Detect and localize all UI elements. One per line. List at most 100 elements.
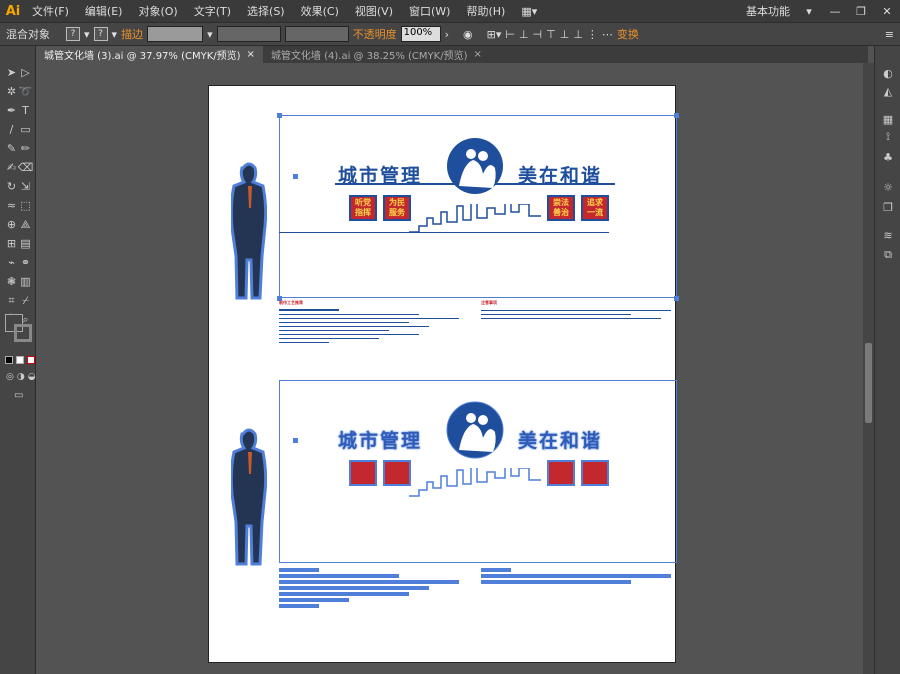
restore-icon[interactable]: ❐ — [848, 0, 874, 22]
gradient-mode-icon[interactable] — [16, 356, 24, 364]
align-right-icon[interactable]: ⊣ — [533, 28, 543, 41]
brushes-panel-icon[interactable]: ⟟ — [881, 130, 895, 144]
type-tool-icon[interactable]: T — [19, 104, 32, 117]
eraser-tool-icon[interactable]: ⌫ — [18, 161, 34, 174]
workspace-switcher[interactable]: 基本功能 — [740, 3, 796, 19]
right-panel-dock: ◐ ◭ ▦ ⟟ ♣ ☼ ❐ ≋ ⧉ — [874, 46, 900, 674]
align-hcenter-icon[interactable]: ⊥ — [519, 28, 529, 41]
fill-dropdown-icon[interactable]: ▾ — [84, 28, 90, 41]
swatches-panel-icon[interactable]: ▦ — [881, 112, 895, 126]
slice-tool-icon[interactable]: ⌿ — [19, 294, 32, 307]
selection-handle[interactable] — [293, 174, 298, 179]
rectangle-tool-icon[interactable]: ▭ — [19, 123, 32, 136]
align-top-icon[interactable]: ⊤ — [546, 28, 556, 41]
artboard[interactable]: 城市管理 美在和谐 听党 指挥 为民 服务 崇法 善治 追求 一流 制作工艺推荐… — [208, 85, 679, 663]
mesh-tool-icon[interactable]: ⊞ — [5, 237, 18, 250]
blob-brush-tool-icon[interactable]: ✍ — [5, 161, 18, 174]
align-vcenter-icon[interactable]: ⊥ — [560, 28, 570, 41]
design-bottom[interactable]: 城市管理 美在和谐 — [209, 376, 677, 626]
distribute-icon[interactable]: ⋮ — [587, 28, 598, 41]
opacity-field[interactable]: 100% — [400, 26, 441, 42]
selection-handle[interactable] — [293, 438, 298, 443]
paintbrush-tool-icon[interactable]: ✎ — [5, 142, 18, 155]
screen-mode-icon[interactable]: ▭ — [14, 390, 23, 401]
close-icon[interactable]: ✕ — [874, 0, 900, 22]
menu-effect[interactable]: 效果(C) — [293, 3, 347, 19]
stroke-weight-field[interactable] — [147, 26, 204, 42]
color-panel-icon[interactable]: ◐ — [881, 66, 895, 80]
panel-menu-icon[interactable]: ≡ — [885, 28, 900, 41]
stroke-weight-dropdown-icon[interactable]: ▾ — [207, 28, 213, 41]
gradient-tool-icon[interactable]: ▤ — [19, 237, 32, 250]
draw-inside-icon[interactable]: ◒ — [28, 372, 36, 382]
menu-help[interactable]: 帮助(H) — [458, 3, 513, 19]
shape-builder-tool-icon[interactable]: ⊕ — [5, 218, 18, 231]
tab-close-icon[interactable]: × — [247, 49, 255, 60]
menu-type[interactable]: 文字(T) — [186, 3, 239, 19]
menu-view[interactable]: 视图(V) — [347, 3, 401, 19]
pen-tool-icon[interactable]: ✒ — [5, 104, 18, 117]
menu-file[interactable]: 文件(F) — [24, 3, 77, 19]
minimize-icon[interactable]: — — [822, 0, 848, 22]
column-graph-tool-icon[interactable]: ▥ — [19, 275, 32, 288]
fill-stroke-selector[interactable] — [5, 314, 33, 346]
blend-tool-icon[interactable]: ⚭ — [19, 256, 32, 269]
recolor-icon[interactable]: ◉ — [463, 28, 473, 41]
selection-handle[interactable] — [674, 113, 679, 118]
distribute-h-icon[interactable]: ⋯ — [602, 28, 613, 41]
stroke-dropdown-icon[interactable]: ▾ — [112, 28, 118, 41]
arrange-documents-icon[interactable]: ▦▾ — [513, 5, 545, 18]
tab-close-icon[interactable]: × — [473, 49, 481, 60]
artboards-panel-icon[interactable]: ⧉ — [881, 248, 895, 262]
stroke-panel-icon[interactable]: ☼ — [881, 180, 895, 194]
align-left-icon[interactable]: ⊢ — [505, 28, 515, 41]
canvas[interactable]: 城市管理 美在和谐 听党 指挥 为民 服务 崇法 善治 追求 一流 制作工艺推荐… — [36, 63, 863, 674]
variable-width-field[interactable] — [216, 26, 281, 42]
eyedropper-tool-icon[interactable]: ⌁ — [5, 256, 18, 269]
brush-definition-field[interactable] — [284, 26, 349, 42]
draw-normal-icon[interactable]: ◎ — [6, 372, 14, 382]
artboard-tool-icon[interactable]: ⌗ — [5, 294, 18, 307]
draw-behind-icon[interactable]: ◑ — [17, 372, 25, 382]
line-tool-icon[interactable]: / — [5, 123, 18, 136]
magic-wand-tool-icon[interactable]: ✲ — [5, 85, 18, 98]
pencil-tool-icon[interactable]: ✏ — [19, 142, 32, 155]
selection-handle[interactable] — [674, 296, 679, 301]
rotate-tool-icon[interactable]: ↻ — [5, 180, 18, 193]
none-mode-icon[interactable] — [27, 356, 35, 364]
scale-tool-icon[interactable]: ⇲ — [19, 180, 32, 193]
menu-edit[interactable]: 编辑(E) — [77, 3, 131, 19]
design-top[interactable]: 城市管理 美在和谐 听党 指挥 为民 服务 崇法 善治 追求 一流 制作工艺推荐… — [209, 86, 679, 356]
tab-document-4[interactable]: 城管文化墙 (4).ai @ 38.25% (CMYK/预览) × — [263, 46, 490, 63]
selection-tool-icon[interactable]: ➤ — [5, 66, 18, 79]
opacity-label[interactable]: 不透明度 — [353, 26, 397, 42]
free-transform-tool-icon[interactable]: ⬚ — [19, 199, 32, 212]
layers-panel-icon[interactable]: ≋ — [881, 228, 895, 242]
width-tool-icon[interactable]: ≈ — [5, 199, 18, 212]
stroke-box[interactable] — [14, 324, 32, 342]
transform-label[interactable]: 变换 — [617, 26, 639, 42]
opacity-arrow-icon[interactable]: › — [445, 28, 449, 41]
lasso-tool-icon[interactable]: ➰ — [19, 85, 33, 98]
stroke-label[interactable]: 描边 — [121, 26, 143, 42]
align-to-icon[interactable]: ⊞▾ — [487, 28, 502, 41]
selection-handle[interactable] — [277, 113, 282, 118]
badge-outlined — [383, 460, 411, 486]
align-bottom-icon[interactable]: ⊥ — [573, 28, 583, 41]
color-mode-icon[interactable] — [5, 356, 13, 364]
symbols-panel-icon[interactable]: ♣ — [881, 150, 895, 164]
direct-selection-tool-icon[interactable]: ▷ — [19, 66, 32, 79]
vertical-scrollbar[interactable] — [863, 63, 874, 674]
fill-swatch[interactable]: ? — [66, 27, 80, 41]
tab-document-3[interactable]: 城管文化墙 (3).ai @ 37.97% (CMYK/预览) × — [36, 46, 263, 63]
transparency-panel-icon[interactable]: ❐ — [881, 200, 895, 214]
workspace-dropdown-icon[interactable]: ▾ — [796, 0, 822, 22]
color-guide-icon[interactable]: ◭ — [881, 84, 895, 98]
scroll-thumb[interactable] — [865, 343, 872, 423]
perspective-grid-tool-icon[interactable]: ⟁ — [19, 218, 32, 231]
menu-object[interactable]: 对象(O) — [130, 3, 185, 19]
menu-select[interactable]: 选择(S) — [239, 3, 293, 19]
menu-window[interactable]: 窗口(W) — [401, 3, 458, 19]
stroke-swatch[interactable]: ? — [93, 27, 108, 41]
symbol-sprayer-tool-icon[interactable]: ❃ — [5, 275, 18, 288]
